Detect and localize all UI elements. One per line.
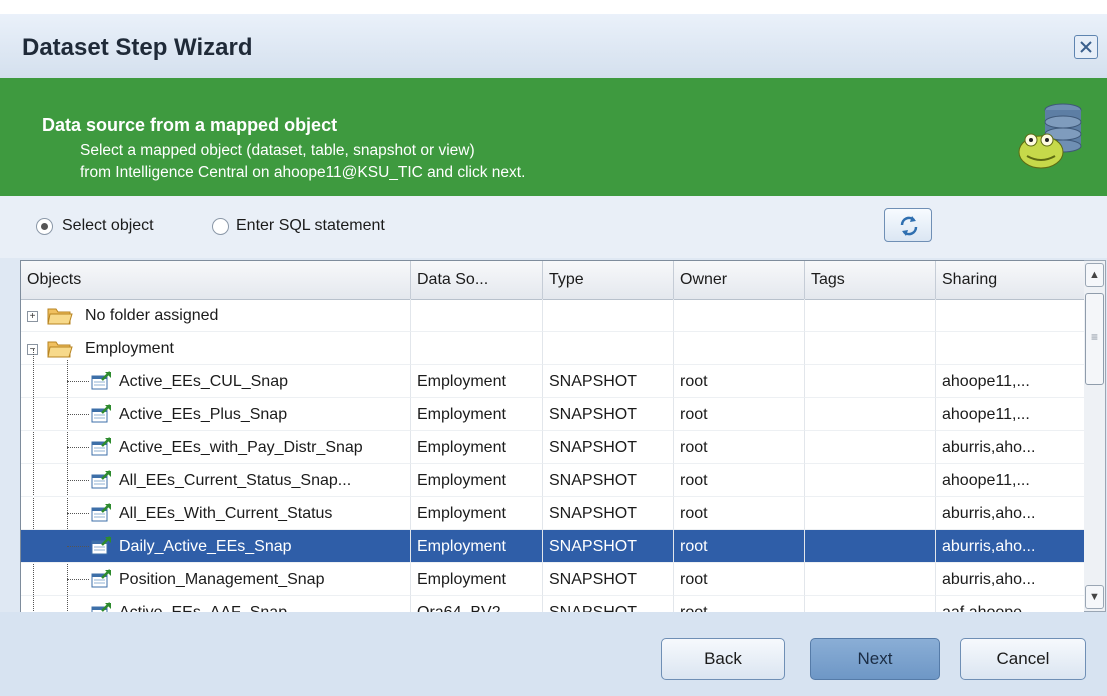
owner-cell: root — [674, 530, 805, 563]
objects-table: Objects Data So... Type Owner Tags Shari… — [20, 260, 1086, 614]
refresh-icon — [900, 216, 918, 236]
owner-cell: root — [674, 431, 805, 464]
tree-line — [67, 381, 89, 382]
refresh-button[interactable] — [884, 208, 932, 242]
banner-title: Data source from a mapped object — [42, 115, 338, 135]
data-source-cell: Employment — [411, 497, 543, 530]
tree-line — [67, 513, 89, 514]
sharing-cell: aburris,aho... — [936, 497, 1085, 530]
folder-label: Employment — [21, 332, 411, 365]
select-object-radio[interactable] — [36, 218, 53, 235]
type-cell: SNAPSHOT — [543, 497, 674, 530]
sharing-cell: aburris,aho... — [936, 563, 1085, 596]
column-header-owner[interactable]: Owner — [674, 261, 805, 299]
mapped-object-icon — [91, 470, 111, 489]
window-title: Dataset Step Wizard — [22, 34, 253, 61]
tags-cell — [805, 497, 936, 530]
scroll-thumb[interactable]: ≡ — [1085, 293, 1104, 385]
folder-icon — [47, 308, 73, 325]
cancel-button[interactable]: Cancel — [960, 638, 1086, 680]
type-cell: SNAPSHOT — [543, 563, 674, 596]
column-header-tags[interactable]: Tags — [805, 261, 936, 299]
sharing-cell: ahoope11,... — [936, 398, 1085, 431]
banner-description-line-2: from Intelligence Central on ahoope11@KS… — [80, 164, 526, 181]
top-edge — [0, 0, 1107, 14]
close-icon — [1080, 41, 1092, 53]
mapped-object-icon — [91, 569, 111, 588]
table-row[interactable]: Active_EEs_Plus_Snap Employment SNAPSHOT ro… — [21, 398, 1085, 431]
column-header-objects[interactable]: Objects — [21, 261, 411, 299]
vertical-scrollbar[interactable]: ▲ ≡ ▼ — [1084, 260, 1106, 612]
type-cell: SNAPSHOT — [543, 464, 674, 497]
mapped-object-icon — [91, 503, 111, 522]
mapped-object-icon — [91, 404, 111, 423]
type-cell: SNAPSHOT — [543, 398, 674, 431]
mapped-object-icon — [91, 536, 113, 556]
table-row[interactable]: Position_Management_Snap Employment SNAPSH… — [21, 563, 1085, 596]
mapped-object-icon — [91, 437, 111, 456]
tree-line — [67, 480, 89, 481]
owner-cell: root — [674, 365, 805, 398]
owner-cell: root — [674, 497, 805, 530]
enter-sql-radio[interactable] — [212, 218, 229, 235]
table-row[interactable]: Active_EEs_CUL_Snap Employment SNAPSHOT roo… — [21, 365, 1085, 398]
sharing-cell: aburris,aho... — [936, 431, 1085, 464]
header-banner: Data source from a mapped object Select … — [0, 78, 1107, 196]
source-options-bar — [0, 196, 1107, 258]
scroll-down-icon[interactable]: ▼ — [1085, 585, 1104, 609]
tree-line — [67, 414, 89, 415]
owner-cell: root — [674, 563, 805, 596]
owner-cell: root — [674, 464, 805, 497]
tree-line — [67, 579, 89, 580]
banner-description-line-1: Select a mapped object (dataset, table, … — [80, 142, 475, 159]
folder-open-icon — [47, 341, 73, 358]
table-row[interactable]: Daily_Active_EEs_Snap Employment SNAPSHOT r… — [21, 530, 1085, 563]
select-object-label[interactable]: Select object — [62, 217, 154, 235]
column-header-sharing[interactable]: Sharing — [936, 261, 1085, 299]
data-source-cell: Employment — [411, 464, 543, 497]
sharing-cell: ahoope11,... — [936, 464, 1085, 497]
sharing-cell: ahoope11,... — [936, 365, 1085, 398]
scroll-up-icon[interactable]: ▲ — [1085, 263, 1104, 287]
type-cell: SNAPSHOT — [543, 530, 674, 563]
data-source-cell: Employment — [411, 431, 543, 464]
table-row[interactable]: All_EEs_Current_Status_Snap... Employment… — [21, 464, 1085, 497]
folder-row-no-folder[interactable]: No folder assigned + — [21, 299, 1085, 332]
tags-cell — [805, 530, 936, 563]
owner-cell: root — [674, 398, 805, 431]
sharing-cell: aburris,aho... — [936, 530, 1085, 563]
folder-row-employment[interactable]: Employment − — [21, 332, 1085, 365]
folder-label: No folder assigned — [21, 299, 411, 332]
enter-sql-label[interactable]: Enter SQL statement — [236, 217, 385, 235]
table-row[interactable]: Active_EEs_with_Pay_Distr_Snap Employment… — [21, 431, 1085, 464]
tree-line — [67, 546, 89, 547]
data-source-cell: Employment — [411, 365, 543, 398]
back-button[interactable]: Back — [661, 638, 785, 680]
expand-plus-icon[interactable]: + — [27, 311, 38, 322]
data-source-cell: Employment — [411, 563, 543, 596]
tags-cell — [805, 563, 936, 596]
tags-cell — [805, 431, 936, 464]
tags-cell — [805, 464, 936, 497]
tags-cell — [805, 365, 936, 398]
type-cell: SNAPSHOT — [543, 431, 674, 464]
button-bar — [0, 612, 1107, 696]
table-header: Objects Data So... Type Owner Tags Shari… — [21, 261, 1085, 300]
toad-database-logo-icon — [1018, 103, 1082, 169]
radio-selected-dot — [41, 223, 48, 230]
tree-line — [67, 447, 89, 448]
next-button[interactable]: Next — [810, 638, 940, 680]
table-row[interactable]: All_EEs_With_Current_Status Employment SNA… — [21, 497, 1085, 530]
type-cell: SNAPSHOT — [543, 365, 674, 398]
data-source-cell: Employment — [411, 398, 543, 431]
data-source-cell: Employment — [411, 530, 543, 563]
column-header-data-source[interactable]: Data So... — [411, 261, 543, 299]
column-header-type[interactable]: Type — [543, 261, 674, 299]
title-bar: Dataset Step Wizard — [0, 14, 1107, 78]
close-button[interactable] — [1074, 35, 1098, 59]
mapped-object-icon — [91, 371, 111, 390]
tags-cell — [805, 398, 936, 431]
